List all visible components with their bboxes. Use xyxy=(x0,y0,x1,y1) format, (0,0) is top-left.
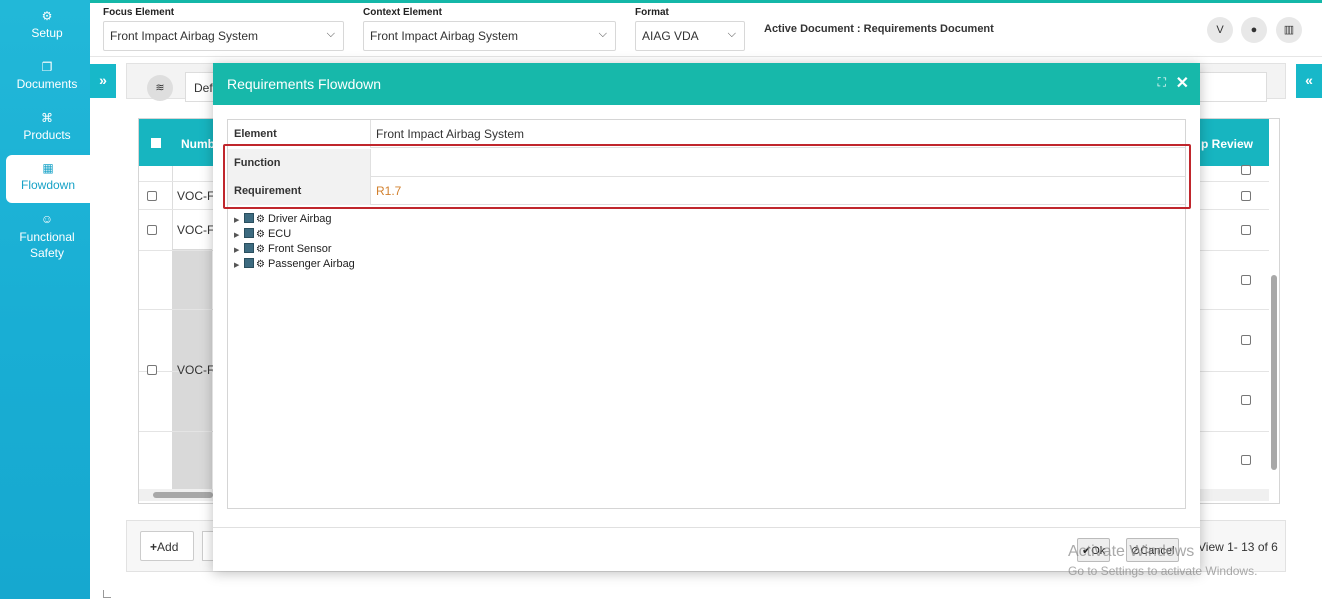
gears-icon: ⚙ xyxy=(41,9,53,23)
layers-icon: ≋ xyxy=(155,82,165,94)
double-chevron-left-icon: « xyxy=(1305,72,1313,88)
focus-element-value: Front Impact Airbag System xyxy=(110,29,259,43)
documents-icon: ❐ xyxy=(41,60,53,74)
context-element-label: Context Element xyxy=(363,7,442,18)
node-checkbox[interactable] xyxy=(244,243,254,253)
element-tree: ▶ ⚙ Driver Airbag ▶ ⚙ ECU ▶ ⚙ Front Sensor ▶ ⚙ P… xyxy=(234,212,355,272)
vertical-scrollbar[interactable] xyxy=(1268,123,1278,483)
sidebar-item-label: Functional Safety xyxy=(19,230,75,260)
sidebar: ⚙ Setup ❐ Documents ⌘ Products ▦ Flowdow… xyxy=(0,0,90,599)
review-checkbox[interactable] xyxy=(1241,165,1251,175)
watermark-title: Activate Windows xyxy=(1068,543,1195,560)
dialog-footer: ✔Ok ⊘Cancel xyxy=(213,527,1200,571)
requirements-flowdown-dialog: Requirements Flowdown ⛶ ✕ Element Front … xyxy=(213,63,1200,571)
sidebar-item-functional-safety[interactable]: ☺ Functional Safety xyxy=(6,211,88,261)
active-document-label: Active Document : Requirements Document xyxy=(764,23,994,35)
focus-element-label: Focus Element xyxy=(103,7,175,18)
layers-button[interactable]: ≋ xyxy=(147,75,173,101)
tree-node-label: ECU xyxy=(267,228,292,240)
tree-node-label: Passenger Airbag xyxy=(267,258,355,270)
focus-element-select[interactable]: Front Impact Airbag System ⌵ xyxy=(103,21,344,51)
sidebar-item-products[interactable]: ⌘ Products xyxy=(6,110,88,142)
dialog-title: Requirements Flowdown xyxy=(227,76,382,92)
sidebar-item-label: Documents xyxy=(16,77,78,91)
row-checkbox[interactable] xyxy=(147,365,157,375)
context-element-value: Front Impact Airbag System xyxy=(370,29,519,43)
top-accent-line xyxy=(90,0,1322,3)
node-checkbox[interactable] xyxy=(244,228,254,238)
format-label: Format xyxy=(635,7,669,18)
tree-node[interactable]: ▶ ⚙ Front Sensor xyxy=(234,242,355,257)
row-number: VOC-FI xyxy=(177,363,218,377)
review-checkbox[interactable] xyxy=(1241,335,1251,345)
review-checkbox[interactable] xyxy=(1241,455,1251,465)
row-number: VOC-FI xyxy=(177,189,218,203)
node-checkbox[interactable] xyxy=(244,258,254,268)
expand-left-panel-button[interactable]: » xyxy=(90,64,116,98)
row-number: VOC-FI xyxy=(177,223,218,237)
expand-arrow-icon[interactable]: ▶ xyxy=(234,213,244,228)
review-checkbox[interactable] xyxy=(1241,191,1251,201)
sidebar-item-setup[interactable]: ⚙ Setup xyxy=(6,8,88,40)
sidebar-item-label: Products xyxy=(23,128,71,142)
add-button[interactable]: +Add xyxy=(140,531,194,561)
sidebar-item-label: Setup xyxy=(31,26,63,40)
node-checkbox[interactable] xyxy=(244,213,254,223)
format-select[interactable]: AIAG VDA ⌵ xyxy=(635,21,745,51)
dialog-header: Requirements Flowdown ⛶ ✕ xyxy=(213,63,1200,105)
tree-node-label: Front Sensor xyxy=(267,243,332,255)
right-field[interactable] xyxy=(1197,72,1267,102)
column-number: Numb xyxy=(181,137,215,151)
vee-icon: V xyxy=(1216,24,1224,36)
review-checkbox[interactable] xyxy=(1241,275,1251,285)
format-value: AIAG VDA xyxy=(642,29,699,43)
sidebar-item-documents[interactable]: ❐ Documents xyxy=(6,59,88,91)
watermark-subtitle: Go to Settings to activate Windows. xyxy=(1068,564,1258,578)
expand-arrow-icon[interactable]: ▶ xyxy=(234,243,244,258)
definition-text: Def xyxy=(194,81,213,95)
vee-button[interactable]: V xyxy=(1207,17,1233,43)
building-icon: ▦ xyxy=(42,161,54,175)
sidebar-item-label: Flowdown xyxy=(20,178,76,192)
gears-icon: ⚙ xyxy=(256,259,265,270)
tree-node[interactable]: ▶ ⚙ ECU xyxy=(234,227,355,242)
close-icon[interactable]: ✕ xyxy=(1176,73,1189,93)
chevron-down-icon: ⌵ xyxy=(727,28,736,40)
maximize-icon[interactable]: ⛶ xyxy=(1158,75,1166,90)
expand-right-panel-button[interactable]: « xyxy=(1296,64,1322,98)
pager-info: View 1- 13 of 6 xyxy=(1198,540,1278,554)
scrollbar-thumb[interactable] xyxy=(1271,275,1277,470)
chart-button[interactable]: ▥ xyxy=(1276,17,1302,43)
context-element-select[interactable]: Front Impact Airbag System ⌵ xyxy=(363,21,616,51)
drop-icon: ● xyxy=(1250,24,1258,36)
tree-node[interactable]: ▶ ⚙ Passenger Airbag xyxy=(234,257,355,272)
double-chevron-right-icon: » xyxy=(99,72,107,88)
review-checkbox[interactable] xyxy=(1241,225,1251,235)
tree-node[interactable]: ▶ ⚙ Driver Airbag xyxy=(234,212,355,227)
chevron-down-icon: ⌵ xyxy=(598,28,607,40)
gears-icon: ⚙ xyxy=(256,244,265,255)
add-label: Add xyxy=(157,540,179,554)
gears-icon: ⚙ xyxy=(256,214,265,225)
bar-chart-icon: ▥ xyxy=(1283,24,1295,36)
products-icon: ⌘ xyxy=(41,111,53,125)
drop-button[interactable]: ● xyxy=(1241,17,1267,43)
chevron-down-icon: ⌵ xyxy=(326,28,335,40)
smile-icon: ☺ xyxy=(40,212,54,226)
sidebar-item-flowdown[interactable]: ▦ Flowdown xyxy=(6,155,90,203)
select-all-checkbox[interactable] xyxy=(151,138,161,148)
property-value: Front Impact Airbag System xyxy=(376,127,525,141)
expand-arrow-icon[interactable]: ▶ xyxy=(234,258,244,273)
gears-icon: ⚙ xyxy=(256,229,265,240)
expand-arrow-icon[interactable]: ▶ xyxy=(234,228,244,243)
row-checkbox[interactable] xyxy=(147,191,157,201)
column-review: p Review xyxy=(1201,137,1254,151)
row-checkbox[interactable] xyxy=(147,225,157,235)
review-checkbox[interactable] xyxy=(1241,395,1251,405)
plus-icon: + xyxy=(150,540,158,554)
tree-node-label: Driver Airbag xyxy=(267,213,332,225)
highlight-annotation xyxy=(223,144,1191,209)
scrollbar-thumb[interactable] xyxy=(153,492,213,498)
resize-corner xyxy=(103,590,111,598)
